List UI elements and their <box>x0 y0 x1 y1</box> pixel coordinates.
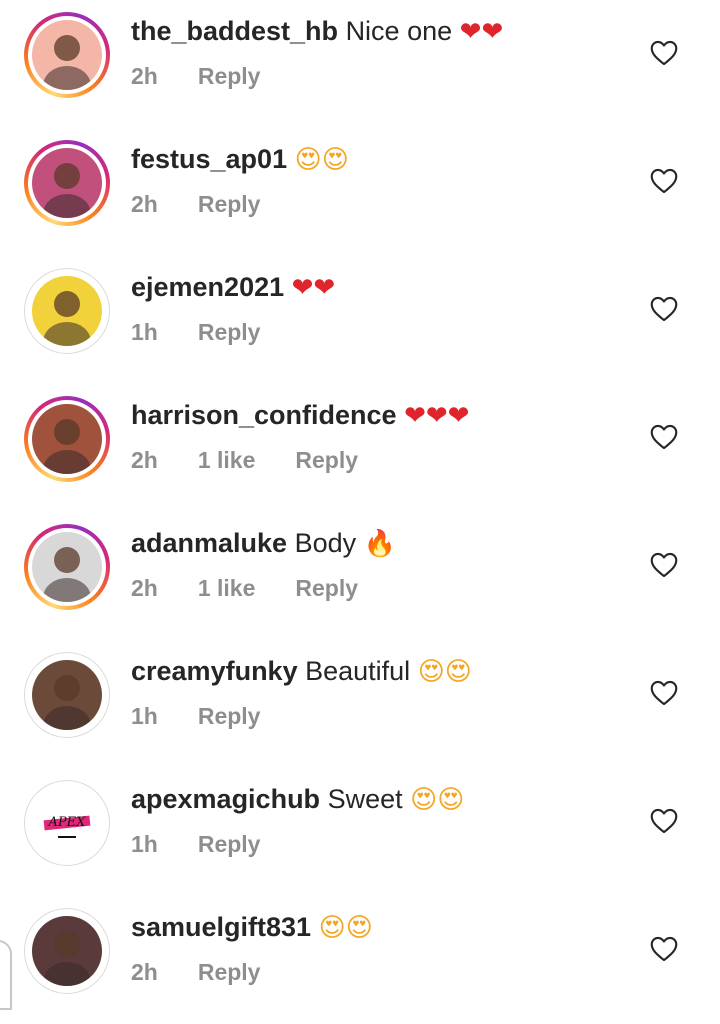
avatar[interactable] <box>24 908 110 994</box>
comment-meta: 2h Reply <box>131 60 300 92</box>
comment-meta: 1h Reply <box>131 316 300 348</box>
comment-username[interactable]: harrison_confidence <box>131 400 397 430</box>
comment-username[interactable]: ejemen2021 <box>131 272 284 302</box>
reply-button[interactable]: Reply <box>198 959 261 985</box>
like-heart-icon[interactable] <box>650 296 678 322</box>
avatar[interactable] <box>24 12 110 98</box>
comment-item: creamyfunky Beautiful 😍😍 1h Reply <box>0 640 720 768</box>
comment-text: Body <box>294 528 357 558</box>
reply-button[interactable]: Reply <box>198 703 261 729</box>
heart-icon: ❤❤❤ <box>404 401 470 431</box>
comment-meta: 2h Reply <box>131 956 300 988</box>
heart-icon: ❤❤ <box>459 17 504 47</box>
like-heart-icon[interactable] <box>650 552 678 578</box>
like-heart-icon[interactable] <box>650 424 678 450</box>
like-heart-icon[interactable] <box>650 808 678 834</box>
avatar[interactable] <box>24 140 110 226</box>
comment-item: harrison_confidence ❤❤❤ 2h 1 like Reply <box>0 384 720 512</box>
comment-body: festus_ap01 😍😍 <box>131 141 349 178</box>
comment-time: 2h <box>131 63 158 89</box>
comment-item: the_baddest_hb Nice one ❤❤ 2h Reply <box>0 0 720 128</box>
comment-item: ejemen2021 ❤❤ 1h Reply <box>0 256 720 384</box>
heart-eyes-icon: 😍😍 <box>294 145 349 175</box>
comment-body: samuelgift831 😍😍 <box>131 909 373 946</box>
avatar-image <box>32 148 102 218</box>
avatar-image: APEX <box>32 788 102 858</box>
fire-icon: 🔥 <box>363 529 397 559</box>
reply-button[interactable]: Reply <box>295 575 358 601</box>
avatar-image <box>32 404 102 474</box>
comment-meta: 2h 1 like Reply <box>131 572 398 604</box>
avatar-image <box>32 916 102 986</box>
apex-logo-text: APEX <box>48 815 87 830</box>
comment-item: festus_ap01 😍😍 2h Reply <box>0 128 720 256</box>
comment-body: adanmaluke Body 🔥 <box>131 525 396 562</box>
reply-button[interactable]: Reply <box>198 831 261 857</box>
comment-time: 1h <box>131 831 158 857</box>
comment-text: Nice one <box>345 16 453 46</box>
comment-item: samuelgift831 😍😍 2h Reply <box>0 896 720 1024</box>
comment-meta: 1h Reply <box>131 828 300 860</box>
reply-button[interactable]: Reply <box>198 63 261 89</box>
avatar[interactable] <box>24 268 110 354</box>
comment-body: apexmagichub Sweet 😍😍 <box>131 781 464 818</box>
comment-meta: 1h Reply <box>131 700 300 732</box>
heart-icon: ❤❤ <box>291 273 336 303</box>
comment-meta: 2h Reply <box>131 188 300 220</box>
comment-username[interactable]: samuelgift831 <box>131 912 311 942</box>
comment-time: 1h <box>131 319 158 345</box>
comment-like-count[interactable]: 1 like <box>198 575 256 601</box>
heart-eyes-icon: 😍😍 <box>410 785 465 815</box>
avatar[interactable] <box>24 396 110 482</box>
avatar-image <box>32 20 102 90</box>
comment-time: 2h <box>131 447 158 473</box>
comment-time: 1h <box>131 703 158 729</box>
comment-username[interactable]: apexmagichub <box>131 784 320 814</box>
comment-meta: 2h 1 like Reply <box>131 444 398 476</box>
comment-item: APEX apexmagichub Sweet 😍😍 1h Reply <box>0 768 720 896</box>
heart-eyes-icon: 😍😍 <box>318 913 373 943</box>
comment-body: harrison_confidence ❤❤❤ <box>131 397 469 434</box>
comment-username[interactable]: festus_ap01 <box>131 144 287 174</box>
comment-username[interactable]: adanmaluke <box>131 528 287 558</box>
reply-button[interactable]: Reply <box>198 191 261 217</box>
comment-body: the_baddest_hb Nice one ❤❤ <box>131 13 503 50</box>
like-heart-icon[interactable] <box>650 936 678 962</box>
like-heart-icon[interactable] <box>650 680 678 706</box>
like-heart-icon[interactable] <box>650 168 678 194</box>
reply-button[interactable]: Reply <box>295 447 358 473</box>
comment-username[interactable]: creamyfunky <box>131 656 298 686</box>
avatar-image <box>32 532 102 602</box>
comment-body: creamyfunky Beautiful 😍😍 <box>131 653 472 690</box>
avatar[interactable]: APEX <box>24 780 110 866</box>
comment-time: 2h <box>131 191 158 217</box>
reply-button[interactable]: Reply <box>198 319 261 345</box>
comment-text: Beautiful <box>305 656 411 686</box>
comment-time: 2h <box>131 959 158 985</box>
edge-handle[interactable] <box>0 940 12 1010</box>
comment-text: Sweet <box>327 784 403 814</box>
comment-item: adanmaluke Body 🔥 2h 1 like Reply <box>0 512 720 640</box>
heart-eyes-icon: 😍😍 <box>417 657 472 687</box>
comment-time: 2h <box>131 575 158 601</box>
comment-like-count[interactable]: 1 like <box>198 447 256 473</box>
avatar[interactable] <box>24 524 110 610</box>
avatar-image <box>32 660 102 730</box>
comment-username[interactable]: the_baddest_hb <box>131 16 338 46</box>
like-heart-icon[interactable] <box>650 40 678 66</box>
avatar[interactable] <box>24 652 110 738</box>
avatar-image <box>32 276 102 346</box>
comment-body: ejemen2021 ❤❤ <box>131 269 335 306</box>
